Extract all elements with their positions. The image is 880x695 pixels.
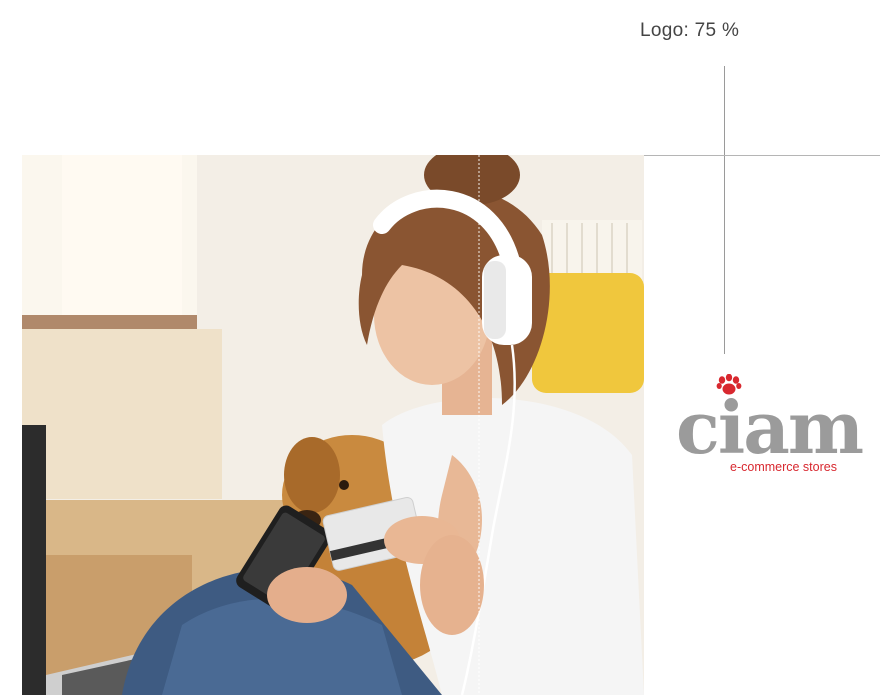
leader-line xyxy=(724,66,725,354)
ciam-logo: ciam e-commerce stores xyxy=(676,374,876,484)
layout-canvas: Logo: 75 % ciam e-commerce stores xyxy=(0,0,880,695)
logo-tagline: e-commerce stores xyxy=(730,460,837,474)
hero-photo xyxy=(22,155,644,695)
logo-scale-label: Logo: 75 % xyxy=(640,20,740,41)
logo-wordmark: ciam xyxy=(676,385,864,470)
hero-photo-illustration xyxy=(22,155,644,695)
